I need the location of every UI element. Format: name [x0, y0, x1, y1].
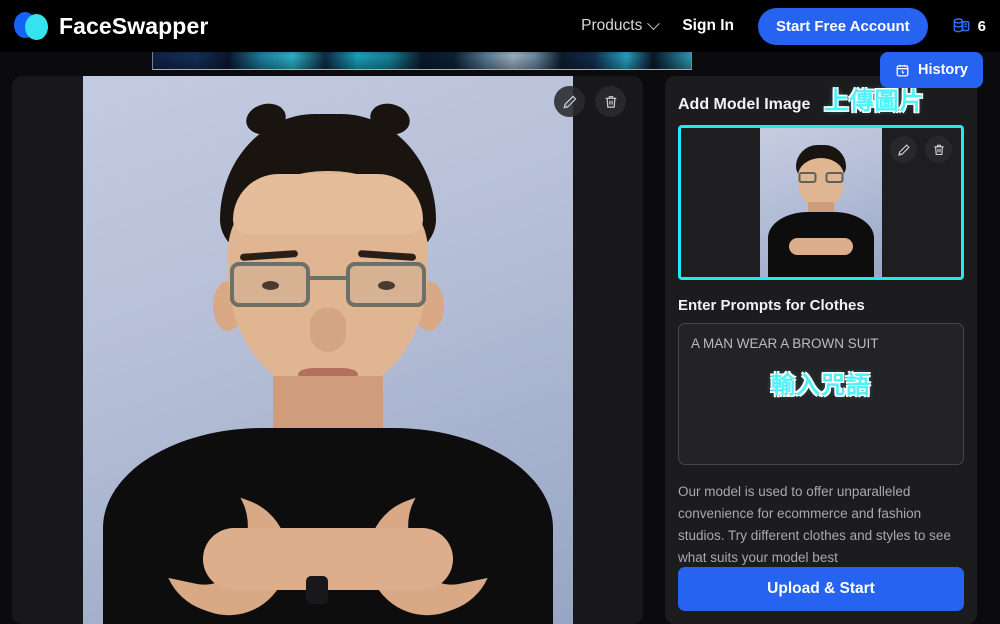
- portrait-glasses: [230, 262, 426, 308]
- coin-stack-icon: [953, 17, 970, 32]
- prompt-textarea[interactable]: A MAN WEAR A BROWN SUIT 輸入咒語: [678, 323, 964, 465]
- nav-products-label: Products: [581, 17, 643, 34]
- portrait-glasses-bridge: [310, 276, 346, 280]
- edit-preview-button[interactable]: [554, 86, 585, 117]
- portrait-watch: [306, 576, 328, 604]
- portrait-nose: [310, 308, 346, 352]
- control-sidebar: Add Model Image 上傳圖片 Enter Prompts for C…: [665, 76, 977, 624]
- thumb-folded-arms: [789, 238, 853, 255]
- add-model-header: Add Model Image 上傳圖片: [678, 90, 964, 116]
- portrait-forehead: [233, 174, 423, 234]
- nav-products[interactable]: Products: [581, 16, 661, 35]
- portrait-lens-right: [346, 262, 426, 307]
- brand-name: FaceSwapper: [59, 12, 209, 39]
- trash-icon: [933, 144, 944, 155]
- header-nav: Products Sign In Start Free Account 6: [581, 7, 986, 45]
- model-thumbnail[interactable]: [678, 125, 964, 280]
- upload-and-start-button[interactable]: Upload & Start: [678, 567, 964, 611]
- sign-in-link[interactable]: Sign In: [682, 17, 734, 35]
- site-header: FaceSwapper Products Sign In Start Free …: [0, 0, 1000, 52]
- thumb-face: [798, 158, 844, 208]
- model-preview-panel: [12, 76, 643, 624]
- portrait-folded-arms: [203, 528, 453, 590]
- app-root: FaceSwapper Products Sign In Start Free …: [0, 0, 1000, 624]
- logo-circle-cyan: [25, 14, 48, 40]
- chevron-down-icon: [647, 16, 661, 30]
- history-button[interactable]: History: [880, 52, 983, 88]
- model-description: Our model is used to offer unparalleled …: [678, 484, 951, 565]
- add-model-annotation: 上傳圖片: [824, 88, 925, 115]
- delete-thumbnail-button[interactable]: [925, 136, 952, 163]
- brand-logo-link[interactable]: FaceSwapper: [14, 11, 208, 41]
- prompt-annotation: 輸入咒語: [771, 372, 871, 399]
- thumbnail-portrait-illustration: [760, 128, 882, 277]
- preview-image-actions: [554, 86, 626, 117]
- history-button-label: History: [918, 62, 968, 78]
- calendar-history-icon: [896, 64, 909, 76]
- prompt-value: A MAN WEAR A BROWN SUIT: [691, 336, 879, 351]
- model-preview-image: [83, 76, 573, 624]
- thumb-glasses: [798, 172, 844, 183]
- add-model-title: Add Model Image: [678, 96, 811, 113]
- start-free-account-button[interactable]: Start Free Account: [758, 7, 928, 45]
- thumbnail-actions: [890, 136, 952, 163]
- edit-thumbnail-button[interactable]: [890, 136, 917, 163]
- prompts-title: Enter Prompts for Clothes: [678, 297, 865, 314]
- pencil-icon: [897, 143, 910, 156]
- credits-indicator[interactable]: 6: [952, 17, 986, 36]
- portrait-lens-left: [230, 262, 310, 307]
- delete-preview-button[interactable]: [595, 86, 626, 117]
- faceswapper-logo-icon: [14, 11, 48, 41]
- pencil-icon: [562, 95, 576, 109]
- model-thumbnail-image: [760, 128, 882, 277]
- portrait-illustration: [83, 76, 573, 624]
- trash-icon: [605, 95, 616, 108]
- credits-count: 6: [977, 17, 986, 35]
